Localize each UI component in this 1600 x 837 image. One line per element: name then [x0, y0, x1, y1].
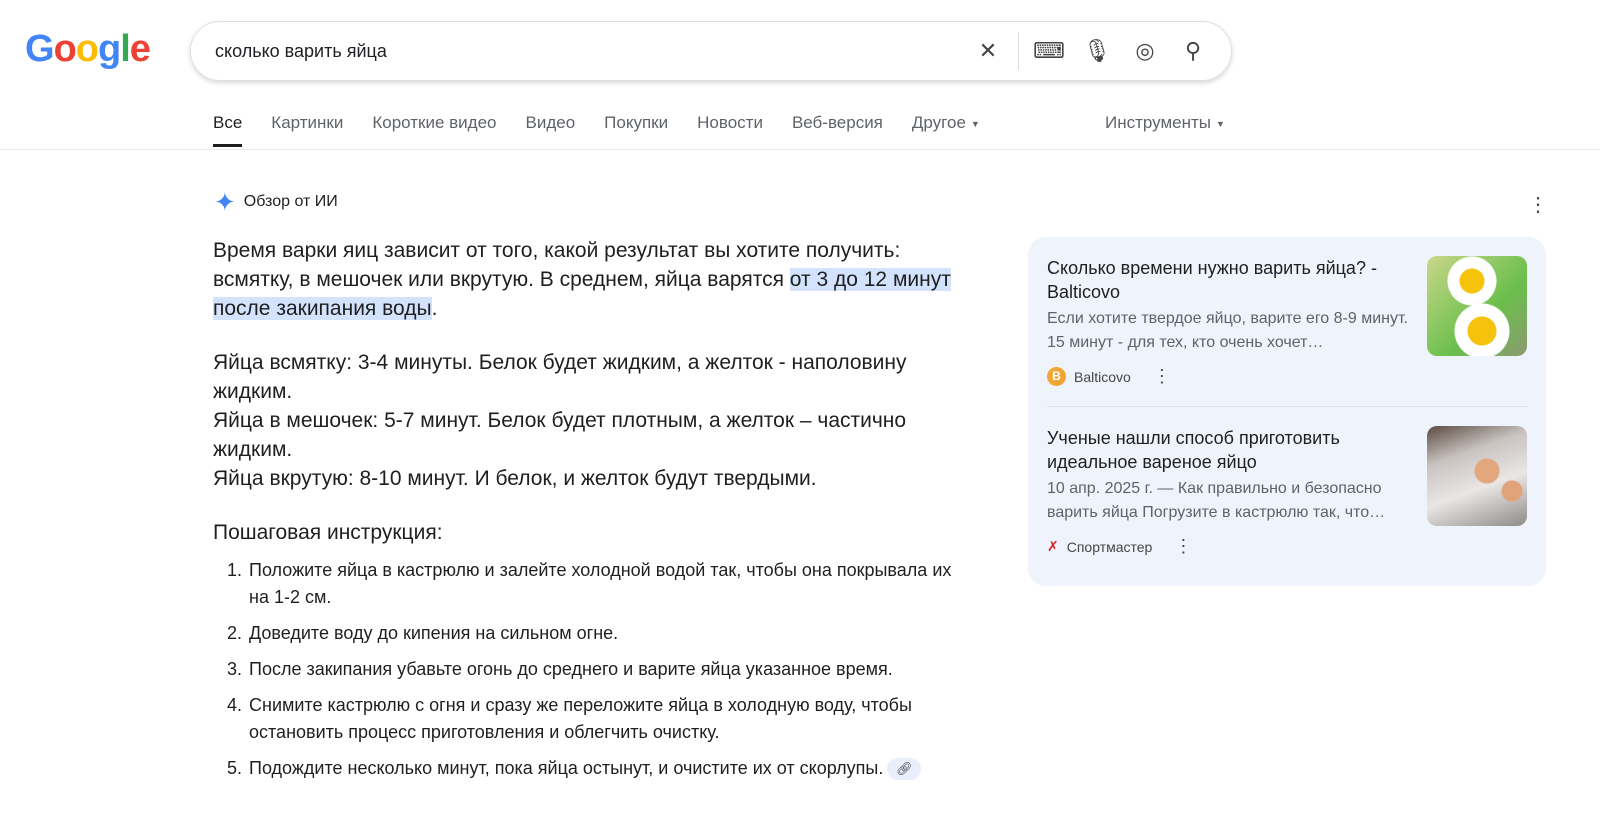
- sparkle-icon: ✦: [214, 187, 236, 217]
- tools-button[interactable]: Инструменты ▼: [1105, 113, 1225, 133]
- steps-list: Положите яйца в кастрюлю и залейте холод…: [213, 557, 973, 782]
- source-snippet: Если хотите твердое яйцо, варите его 8-9…: [1047, 310, 1408, 351]
- google-logo[interactable]: Google: [25, 28, 151, 71]
- tools-label: Инструменты: [1105, 113, 1212, 132]
- step-item: Доведите воду до кипения на сильном огне…: [247, 620, 973, 647]
- search-icon[interactable]: ⚲: [1169, 38, 1217, 64]
- search-input[interactable]: сколько варить яйца: [215, 41, 964, 62]
- tab-web[interactable]: Веб-версия: [792, 113, 883, 149]
- more-options-icon[interactable]: ⋮: [1528, 192, 1548, 217]
- search-box[interactable]: сколько варить яйца ✕ ⌨ 🎙︎ ◎ ⚲: [190, 21, 1232, 81]
- step-item: Положите яйца в кастрюлю и залейте холод…: [247, 557, 973, 611]
- balticovo-favicon: B: [1047, 367, 1066, 386]
- step-item: Снимите кастрюлю с огня и сразу же перел…: [247, 692, 973, 746]
- caret-down-icon: ▼: [970, 118, 980, 129]
- step-item: Подождите несколько минут, пока яйца ост…: [247, 755, 973, 782]
- step-text: Подождите несколько минут, пока яйца ост…: [249, 758, 884, 778]
- tab-images[interactable]: Картинки: [271, 113, 343, 149]
- divider: [1018, 32, 1019, 70]
- clear-icon[interactable]: ✕: [964, 38, 1012, 64]
- cooking-times: Яйца всмятку: 3-4 минуты. Белок будет жи…: [213, 348, 973, 493]
- ai-overview-title: Обзор от ИИ: [243, 193, 338, 210]
- source-title[interactable]: Сколько времени нужно варить яйца? - Bal…: [1047, 256, 1409, 304]
- intro-paragraph: Время варки яиц зависит от того, какой р…: [213, 236, 973, 323]
- boiled-eggs-thumbnail[interactable]: [1427, 256, 1527, 356]
- tab-shopping[interactable]: Покупки: [604, 113, 668, 149]
- hard-boiled-line: Яйца вкрутую: 8-10 минут. И белок, и жел…: [213, 467, 817, 490]
- link-icon[interactable]: 🔗︎: [887, 758, 922, 781]
- tab-short-videos[interactable]: Короткие видео: [372, 113, 496, 149]
- ai-overview-header: ✦ Обзор от ИИ: [214, 189, 338, 215]
- steps-title: Пошаговая инструкция:: [213, 521, 443, 544]
- keyboard-icon[interactable]: ⌨: [1025, 38, 1073, 64]
- source-site: Balticovo: [1074, 368, 1131, 385]
- lens-icon[interactable]: ◎: [1121, 38, 1169, 64]
- sources-card: Сколько времени нужно варить яйца? - Bal…: [1028, 237, 1546, 586]
- medium-boiled-line: Яйца в мешочек: 5-7 минут. Белок будет п…: [213, 409, 907, 461]
- source-item[interactable]: Сколько времени нужно варить яйца? - Bal…: [1047, 256, 1527, 387]
- step-item: После закипания убавьте огонь до среднег…: [247, 656, 973, 683]
- tab-videos[interactable]: Видео: [526, 113, 576, 149]
- more-options-icon[interactable]: ⋮: [1174, 536, 1192, 557]
- eggs-in-pot-thumbnail[interactable]: [1427, 426, 1527, 526]
- tab-more[interactable]: Другое ▼: [912, 113, 980, 149]
- source-site: Спортмастер: [1066, 538, 1153, 555]
- ai-overview-body: Время варки яиц зависит от того, какой р…: [213, 236, 973, 791]
- more-options-icon[interactable]: ⋮: [1153, 366, 1171, 387]
- soft-boiled-line: Яйца всмятку: 3-4 минуты. Белок будет жи…: [213, 351, 907, 403]
- header-divider: [0, 149, 1600, 150]
- caret-down-icon: ▼: [1216, 118, 1225, 129]
- tab-all[interactable]: Все: [213, 113, 243, 149]
- tab-more-label: Другое: [911, 113, 966, 132]
- source-item[interactable]: Ученые нашли способ приготовить идеально…: [1047, 426, 1527, 557]
- sportmaster-favicon: ✗: [1047, 538, 1059, 554]
- source-title[interactable]: Ученые нашли способ приготовить идеально…: [1047, 426, 1409, 474]
- intro-end: .: [431, 297, 438, 320]
- mic-icon[interactable]: 🎙︎: [1073, 38, 1121, 64]
- tab-news[interactable]: Новости: [697, 113, 763, 149]
- divider: [1047, 406, 1527, 407]
- source-snippet: 10 апр. 2025 г. — Как правильно и безопа…: [1047, 480, 1386, 521]
- search-tabs: Все Картинки Короткие видео Видео Покупк…: [213, 113, 980, 149]
